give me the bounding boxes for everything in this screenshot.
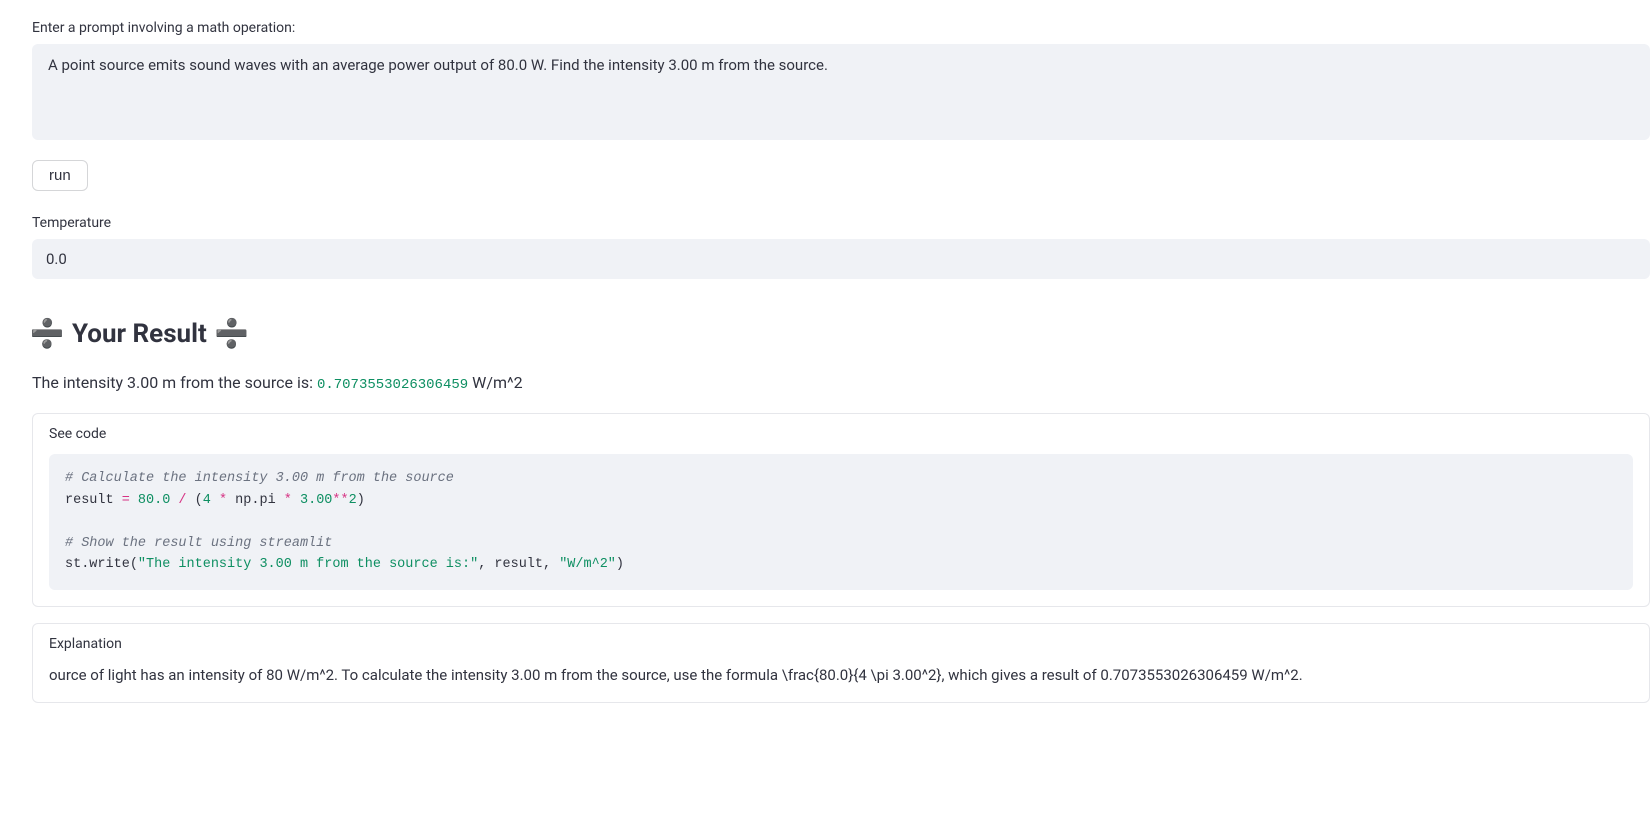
code-token: ( xyxy=(130,557,138,572)
code-token: , xyxy=(478,557,494,572)
result-title: Your Result xyxy=(72,319,207,349)
code-expander: See code # Calculate the intensity 3.00 … xyxy=(32,413,1650,607)
code-block: # Calculate the intensity 3.00 m from th… xyxy=(49,454,1633,590)
code-comment: # Calculate the intensity 3.00 m from th… xyxy=(65,471,454,486)
code-token: ( xyxy=(195,493,203,508)
code-token: 4 xyxy=(203,493,211,508)
result-header: ➗ Your Result ➗ xyxy=(32,319,1650,349)
code-expander-header[interactable]: See code xyxy=(33,414,1649,454)
page-container: Enter a prompt involving a math operatio… xyxy=(32,20,1650,703)
prompt-label: Enter a prompt involving a math operatio… xyxy=(32,20,1650,36)
code-token: "W/m^2" xyxy=(559,557,616,572)
code-token: result xyxy=(494,557,543,572)
code-token: ** xyxy=(332,493,348,508)
explanation-text: ource of light has an intensity of 80 W/… xyxy=(49,664,1633,687)
code-token: "The intensity 3.00 m from the source is… xyxy=(138,557,478,572)
code-token: / xyxy=(170,493,194,508)
code-token: np.pi xyxy=(235,493,276,508)
result-prefix: The intensity 3.00 m from the source is: xyxy=(32,373,317,392)
code-token: , xyxy=(543,557,559,572)
prompt-textarea[interactable] xyxy=(32,44,1650,140)
code-token: 3.00 xyxy=(300,493,332,508)
run-button[interactable]: run xyxy=(32,160,88,191)
code-token: 2 xyxy=(349,493,357,508)
code-token: st.write xyxy=(65,557,130,572)
result-value: 0.7073553026306459 xyxy=(317,377,468,393)
explanation-expander-content: ource of light has an intensity of 80 W/… xyxy=(33,664,1649,703)
code-token: * xyxy=(276,493,300,508)
code-token: ) xyxy=(616,557,624,572)
explanation-expander-header[interactable]: Explanation xyxy=(33,624,1649,664)
code-token: = xyxy=(114,493,138,508)
result-suffix: W/m^2 xyxy=(472,373,523,392)
temperature-input[interactable] xyxy=(32,239,1650,279)
code-token: result xyxy=(65,493,114,508)
code-token: * xyxy=(211,493,235,508)
code-expander-content: # Calculate the intensity 3.00 m from th… xyxy=(33,454,1649,606)
code-comment: # Show the result using streamlit xyxy=(65,536,332,551)
divide-icon: ➗ xyxy=(32,319,62,349)
code-token: ) xyxy=(357,493,365,508)
explanation-expander: Explanation ource of light has an intens… xyxy=(32,623,1650,704)
temperature-label: Temperature xyxy=(32,215,1650,231)
result-line: The intensity 3.00 m from the source is:… xyxy=(32,373,1650,393)
code-token: 80.0 xyxy=(138,493,170,508)
divide-icon: ➗ xyxy=(217,319,247,349)
